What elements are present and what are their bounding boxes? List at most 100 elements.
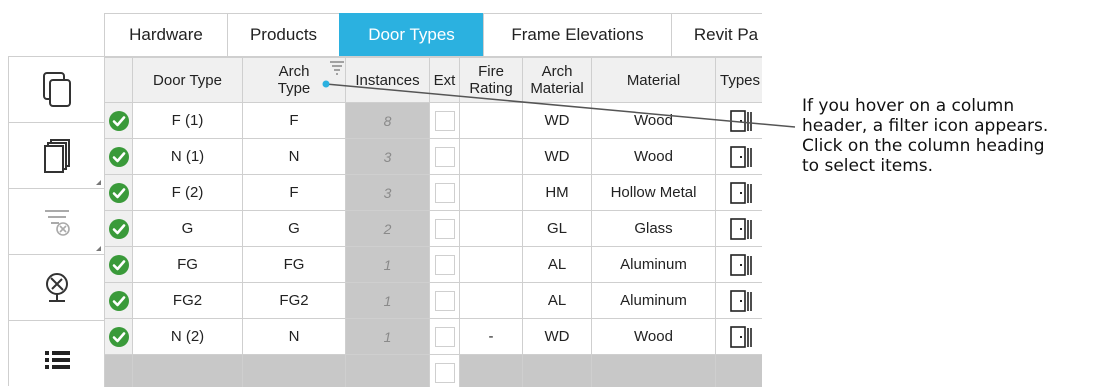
ext-cell[interactable] <box>430 283 460 319</box>
table-row[interactable]: FGFG1ALAluminum <box>105 247 763 283</box>
ext-cell[interactable] <box>430 319 460 355</box>
table-row[interactable]: FG2FG21ALAluminum <box>105 283 763 319</box>
arch-material-cell[interactable]: WD <box>523 103 592 139</box>
material-cell[interactable]: Aluminum <box>592 283 716 319</box>
filter-icon[interactable] <box>329 60 345 76</box>
table-row[interactable]: N (1)N3 WDWood <box>105 139 763 175</box>
types-cell[interactable] <box>716 175 763 211</box>
fire-rating-cell[interactable] <box>460 139 523 175</box>
table-row[interactable]: F (1)F8WDWood <box>105 103 763 139</box>
globe-button[interactable] <box>8 254 104 320</box>
tab-products[interactable]: Products <box>227 13 340 56</box>
arch-material-cell[interactable]: GL <box>523 211 592 247</box>
door-type-cell[interactable]: N (1) <box>133 139 243 175</box>
check-icon <box>108 146 130 168</box>
column-header-types[interactable]: Types <box>716 58 763 103</box>
arch-material-cell[interactable]: HM <box>523 175 592 211</box>
ext-checkbox[interactable] <box>435 363 455 383</box>
door-type-cell[interactable]: FG2 <box>133 283 243 319</box>
column-header-arch-material[interactable]: ArchMaterial <box>523 58 592 103</box>
table-row[interactable]: N (2)N1-WDWood <box>105 319 763 355</box>
table-row[interactable]: F (2)F3HMHollow Metal <box>105 175 763 211</box>
arch-type-cell[interactable]: F <box>243 175 346 211</box>
column-header-door-type[interactable]: Door Type <box>133 58 243 103</box>
ext-checkbox[interactable] <box>435 183 455 203</box>
door-type-cell[interactable]: G <box>133 211 243 247</box>
arch-type-cell[interactable]: N <box>243 139 346 175</box>
table-row[interactable]: GG2GLGlass <box>105 211 763 247</box>
row-status-cell[interactable] <box>105 175 133 211</box>
types-cell[interactable] <box>716 247 763 283</box>
copy-button[interactable] <box>8 56 104 122</box>
column-header-arch-type[interactable]: ArchType <box>243 58 346 103</box>
types-cell[interactable] <box>716 319 763 355</box>
ext-cell[interactable] <box>430 247 460 283</box>
material-cell[interactable]: Wood <box>592 319 716 355</box>
instances-cell: 3 <box>346 139 430 175</box>
row-status-cell[interactable] <box>105 139 133 175</box>
arch-type-cell[interactable]: G <box>243 211 346 247</box>
arch-type-cell[interactable]: FG2 <box>243 283 346 319</box>
door-type-cell[interactable]: N (2) <box>133 319 243 355</box>
ext-cell[interactable] <box>430 139 460 175</box>
table-row-empty[interactable] <box>105 355 763 387</box>
ext-checkbox[interactable] <box>435 147 455 167</box>
arch-material-cell[interactable]: AL <box>523 247 592 283</box>
material-cell[interactable]: Wood <box>592 103 716 139</box>
arch-material-cell[interactable]: WD <box>523 319 592 355</box>
ext-cell[interactable] <box>430 211 460 247</box>
fire-rating-cell[interactable] <box>460 211 523 247</box>
row-status-cell[interactable] <box>105 319 133 355</box>
list-view-button[interactable] <box>8 320 104 386</box>
select-column-header[interactable] <box>105 58 133 103</box>
material-cell[interactable]: Glass <box>592 211 716 247</box>
column-header-fire-rating[interactable]: FireRating <box>460 58 523 103</box>
ext-cell[interactable] <box>430 175 460 211</box>
types-cell[interactable] <box>716 139 763 175</box>
ext-checkbox[interactable] <box>435 291 455 311</box>
clear-filter-button[interactable] <box>8 188 104 254</box>
material-cell[interactable]: Hollow Metal <box>592 175 716 211</box>
arch-type-cell[interactable]: F <box>243 103 346 139</box>
tab-bar: Hardware Products Door Types Frame Eleva… <box>104 13 762 56</box>
types-cell[interactable] <box>716 283 763 319</box>
arch-type-cell[interactable]: N <box>243 319 346 355</box>
tab-hardware[interactable]: Hardware <box>104 13 228 56</box>
material-cell[interactable]: Aluminum <box>592 247 716 283</box>
row-status-cell[interactable] <box>105 283 133 319</box>
ext-cell[interactable] <box>430 103 460 139</box>
fire-rating-cell[interactable] <box>460 175 523 211</box>
check-icon <box>108 326 130 348</box>
door-type-cell[interactable]: FG <box>133 247 243 283</box>
ext-checkbox[interactable] <box>435 111 455 131</box>
arch-material-cell[interactable]: WD <box>523 139 592 175</box>
row-status-cell[interactable] <box>105 247 133 283</box>
ext-checkbox[interactable] <box>435 327 455 347</box>
ext-checkbox[interactable] <box>435 219 455 239</box>
arch-material-cell[interactable]: AL <box>523 283 592 319</box>
door-type-cell[interactable]: F (2) <box>133 175 243 211</box>
fire-rating-cell[interactable] <box>460 283 523 319</box>
duplicate-button[interactable] <box>8 122 104 188</box>
row-status-cell[interactable] <box>105 103 133 139</box>
fire-rating-cell[interactable]: - <box>460 319 523 355</box>
column-header-instances[interactable]: Instances <box>346 58 430 103</box>
types-cell[interactable] <box>716 103 763 139</box>
types-cell[interactable] <box>716 211 763 247</box>
material-cell[interactable]: Wood <box>592 139 716 175</box>
check-icon <box>108 182 130 204</box>
callout-line-1: If you hover on a column <box>802 96 1098 116</box>
fire-rating-cell[interactable] <box>460 247 523 283</box>
arch-type-cell[interactable]: FG <box>243 247 346 283</box>
tab-revit-parameters[interactable]: Revit Pa <box>671 13 762 56</box>
door-icon <box>728 325 754 349</box>
door-type-cell[interactable]: F (1) <box>133 103 243 139</box>
tab-frame-elevations[interactable]: Frame Elevations <box>483 13 672 56</box>
column-header-ext[interactable]: Ext <box>430 58 460 103</box>
row-status-cell[interactable] <box>105 211 133 247</box>
column-header-material[interactable]: Material <box>592 58 716 103</box>
check-icon <box>108 290 130 312</box>
fire-rating-cell[interactable] <box>460 103 523 139</box>
tab-door-types[interactable]: Door Types <box>339 13 484 56</box>
ext-checkbox[interactable] <box>435 255 455 275</box>
